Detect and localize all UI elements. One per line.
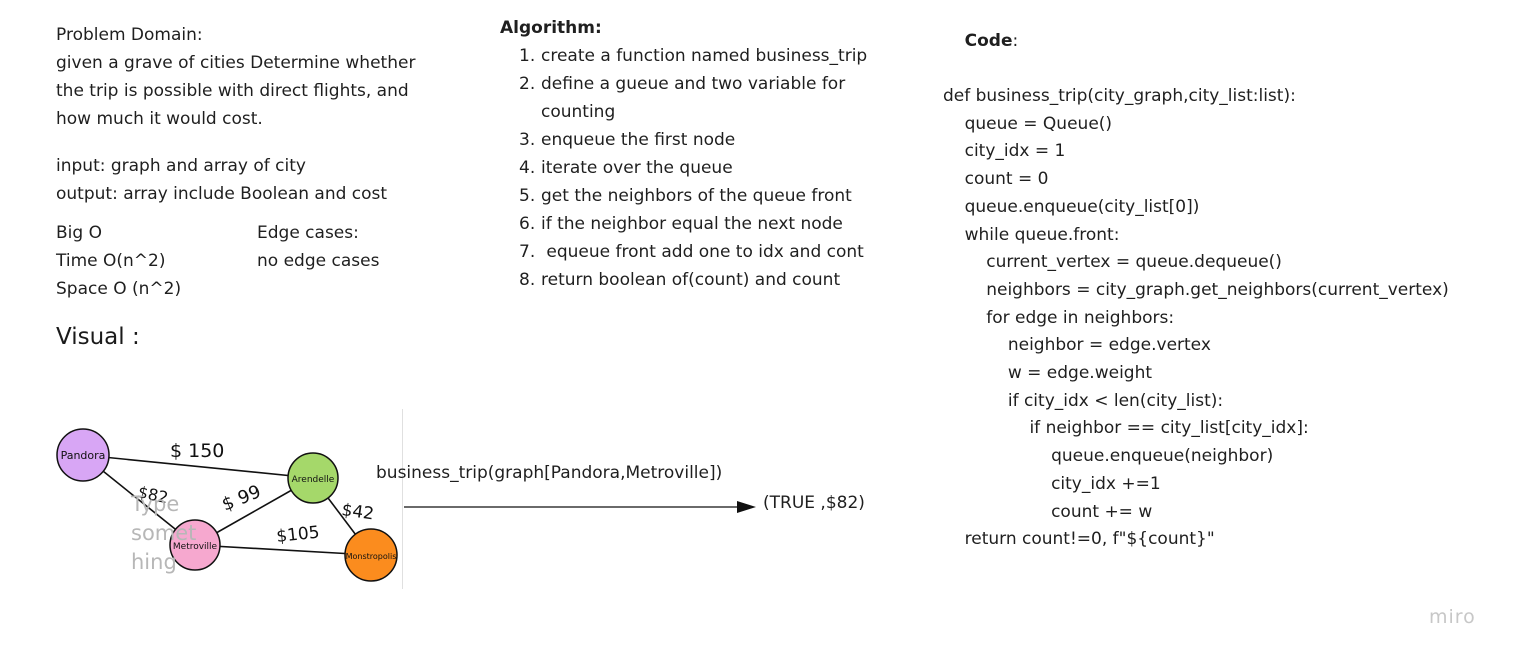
- code-line: for edge in neighbors:: [943, 307, 1175, 328]
- node-label-arendelle: Arendelle: [292, 475, 335, 485]
- code-title-row: Code:: [943, 0, 1449, 83]
- code-line: count = 0: [943, 169, 1049, 190]
- arrow-icon: [404, 501, 756, 513]
- code-line: neighbors = city_graph.get_neighbors(cur…: [943, 279, 1449, 300]
- text-placeholder[interactable]: Type somet hing: [131, 490, 196, 577]
- visual-heading: Visual :: [56, 324, 140, 350]
- code-line: queue.enqueue(neighbor): [943, 446, 1274, 467]
- algorithm-section: Algorithm: 1. create a function named bus…: [500, 14, 900, 294]
- result-text: (TRUE ,$82): [763, 493, 865, 513]
- problem-line: how much it would cost.: [56, 109, 263, 129]
- code-line: if city_idx < len(city_list):: [943, 390, 1224, 411]
- algorithm-step: 5. get the neighbors of the queue front: [519, 186, 852, 206]
- miro-logo[interactable]: miro: [1429, 606, 1476, 628]
- code-line: count += w: [943, 501, 1153, 522]
- call-text: business_trip(graph[Pandora,Metroville]): [376, 463, 723, 483]
- code-title-colon: :: [1012, 31, 1019, 51]
- problem-domain-title: Problem Domain:: [56, 25, 203, 45]
- code-line: queue = Queue(): [943, 113, 1113, 134]
- frame-divider: [402, 409, 403, 589]
- code-section: Code: def business_trip(city_graph,city_…: [943, 0, 1449, 554]
- problem-domain-section: Problem Domain: given a grave of cities …: [56, 21, 476, 133]
- bigo-section: Big O Time O(n^2) Space O (n^2): [56, 219, 181, 303]
- algorithm-step: 8. return boolean of(count) and count: [519, 270, 841, 290]
- algorithm-steps: 1. create a function named business_trip …: [500, 42, 900, 294]
- time-complexity: Time O(n^2): [56, 251, 166, 271]
- placeholder-line: somet: [131, 521, 197, 545]
- problem-line: given a grave of cities Determine whethe…: [56, 53, 416, 73]
- code-line: while queue.front:: [943, 224, 1120, 245]
- edge-label-105: $105: [275, 523, 320, 547]
- code-line: city_idx +=1: [943, 473, 1161, 494]
- algorithm-step: 2. define a gueue and two variable for co…: [519, 74, 846, 122]
- graph-diagram[interactable]: Pandora Arendelle Metroville Monstropoli…: [45, 415, 405, 595]
- node-label-monstropolis: Monstropolis: [346, 552, 397, 561]
- placeholder-line: hing: [131, 550, 177, 574]
- problem-line: the trip is possible with direct flights…: [56, 81, 409, 101]
- edge-cases-title: Edge cases:: [257, 223, 359, 243]
- algorithm-title: Algorithm:: [500, 18, 602, 38]
- edge-cases-section: Edge cases: no edge cases: [257, 219, 379, 275]
- space-complexity: Space O (n^2): [56, 279, 182, 299]
- output-text: output: array include Boolean and cost: [56, 184, 388, 204]
- algorithm-step: 1. create a function named business_trip: [519, 46, 868, 66]
- edge-label-150: $ 150: [170, 440, 224, 462]
- code-line: w = edge.weight: [943, 363, 1153, 384]
- algorithm-step: 3. enqueue the first node: [519, 130, 736, 150]
- algorithm-step: 4. iterate over the queue: [519, 158, 733, 178]
- code-line: current_vertex = queue.dequeue(): [943, 252, 1282, 273]
- node-label-pandora: Pandora: [61, 449, 106, 462]
- code-line: neighbor = edge.vertex: [943, 335, 1211, 356]
- edge-cases-text: no edge cases: [257, 251, 380, 271]
- code-line: return count!=0, f"${count}": [943, 529, 1215, 550]
- placeholder-line: Type: [131, 492, 180, 516]
- code-line: def business_trip(city_graph,city_list:l…: [943, 86, 1296, 106]
- code-line: if neighbor == city_list[city_idx]:: [943, 418, 1309, 439]
- algorithm-step: 6. if the neighbor equal the next node: [519, 214, 843, 234]
- io-section: input: graph and array of city output: a…: [56, 152, 387, 208]
- code-title: Code: [964, 31, 1013, 51]
- algorithm-step: 7. equeue front add one to idx and cont: [519, 242, 864, 262]
- code-line: city_idx = 1: [943, 141, 1066, 162]
- input-text: input: graph and array of city: [56, 156, 306, 176]
- code-line: queue.enqueue(city_list[0]): [943, 196, 1200, 217]
- bigo-title: Big O: [56, 223, 102, 243]
